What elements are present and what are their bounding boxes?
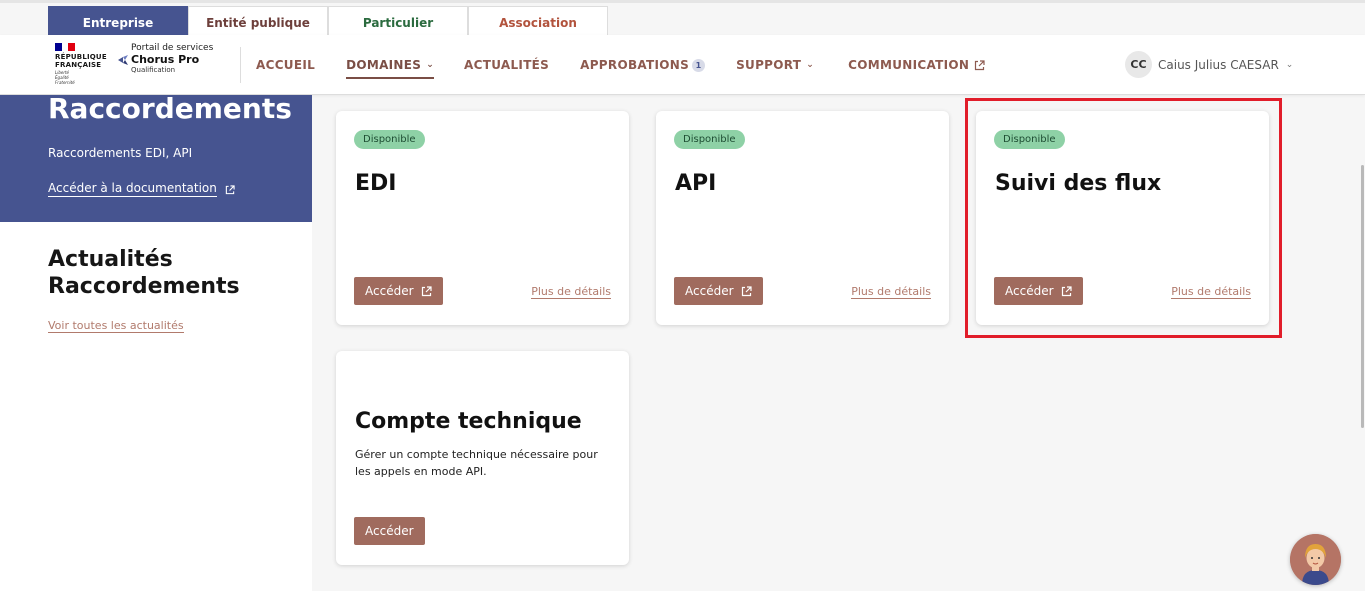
header-divider: [240, 47, 241, 83]
card-description: Gérer un compte technique nécessaire pou…: [355, 448, 598, 478]
nav-approbations[interactable]: APPROBATIONS 1: [580, 35, 706, 95]
details-link[interactable]: Plus de détails: [851, 285, 931, 299]
card-compte-technique: Compte technique Gérer un compte techniq…: [336, 351, 629, 565]
status-badge: Disponible: [674, 130, 745, 149]
nav-domaines[interactable]: DOMAINES ⌄: [346, 35, 435, 95]
highlight-frame: [965, 98, 1282, 338]
user-menu[interactable]: CC Caius Julius CAESAR ⌄: [1125, 51, 1293, 78]
tab-association[interactable]: Association: [468, 6, 608, 38]
tab-entite-publique[interactable]: Entité publique: [188, 6, 328, 38]
main-nav: ACCUEIL DOMAINES ⌄ ACTUALITÉS APPROBATION…: [256, 35, 985, 95]
portail-label: Portail de services: [131, 43, 214, 53]
card-edi: Disponible EDI Accéder Plus de détails: [336, 111, 629, 325]
external-link-icon: [421, 285, 432, 296]
acceder-button[interactable]: Accéder: [354, 277, 443, 305]
brand-name: Chorus Pro: [131, 53, 200, 66]
card-title: EDI: [355, 171, 397, 196]
logo-link[interactable]: RÉPUBLIQUE FRANÇAISE Liberté Égalité Fra…: [55, 41, 240, 89]
environment-label: Qualification: [131, 66, 176, 74]
page-subtitle: Raccordements EDI, API: [48, 146, 193, 160]
section-hero: Raccordements Raccordements EDI, API Acc…: [0, 95, 312, 222]
motto: Liberté Égalité Fraternité: [55, 70, 75, 85]
chorus-pro-logo: Portail de services Chorus Pro Qualifica…: [117, 43, 213, 74]
card-title: Compte technique: [355, 409, 582, 434]
scrollbar[interactable]: [1361, 165, 1364, 428]
news-title: Actualités Raccordements: [48, 247, 240, 299]
site-header: RÉPUBLIQUE FRANÇAISE Liberté Égalité Fra…: [0, 35, 1365, 95]
external-link-icon: [741, 285, 752, 296]
nav-accueil[interactable]: ACCUEIL: [256, 35, 315, 95]
details-link[interactable]: Plus de détails: [531, 285, 611, 299]
acceder-button[interactable]: Accéder: [354, 517, 425, 545]
card-api: Disponible API Accéder Plus de détails: [656, 111, 949, 325]
assistant-icon: [1290, 534, 1341, 585]
assistant-avatar-button[interactable]: [1290, 534, 1341, 585]
nav-support[interactable]: SUPPORT ⌄: [736, 35, 814, 95]
tab-entreprise[interactable]: Entreprise: [48, 6, 188, 38]
audience-bar: Entreprise Entité publique Particulier A…: [0, 0, 1365, 38]
rf-label: RÉPUBLIQUE FRANÇAISE: [55, 53, 107, 69]
avatar: CC: [1125, 51, 1152, 78]
user-name: Caius Julius CAESAR: [1158, 57, 1279, 72]
documentation-link[interactable]: Accéder à la documentation: [48, 181, 217, 197]
all-news-link[interactable]: Voir toutes les actualités: [48, 319, 184, 333]
nav-actualites[interactable]: ACTUALITÉS: [464, 35, 549, 95]
notification-badge: 1: [692, 58, 706, 72]
status-badge: Disponible: [354, 130, 425, 149]
chevron-down-icon: ⌄: [1285, 59, 1294, 70]
news-panel: Actualités Raccordements Voir toutes les…: [0, 222, 312, 591]
nav-communication[interactable]: COMMUNICATION: [848, 35, 985, 95]
audience-tabs: Entreprise Entité publique Particulier A…: [48, 6, 608, 38]
chorus-mark-icon: [118, 54, 128, 65]
external-link-icon: [225, 185, 235, 195]
flag-icon: [55, 43, 76, 51]
card-title: API: [675, 171, 717, 196]
acceder-button[interactable]: Accéder: [674, 277, 763, 305]
tab-particulier[interactable]: Particulier: [328, 6, 468, 38]
chevron-down-icon: ⌄: [806, 60, 815, 70]
chevron-down-icon: ⌄: [426, 60, 435, 70]
page-title: Raccordements: [48, 92, 292, 125]
external-link-icon: [975, 59, 985, 70]
republique-francaise-logo: RÉPUBLIQUE FRANÇAISE Liberté Égalité Fra…: [55, 43, 107, 85]
